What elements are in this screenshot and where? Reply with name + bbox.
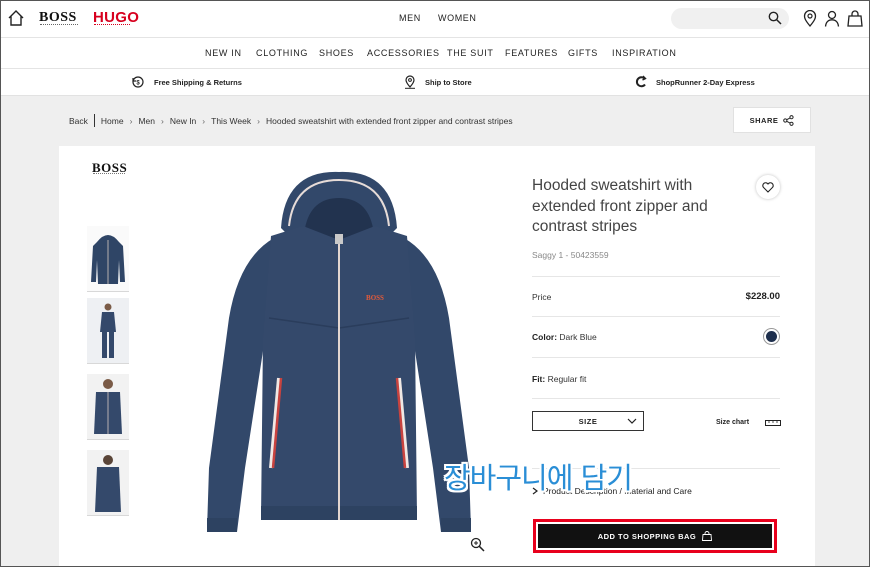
svg-text:BOSS: BOSS (366, 294, 384, 302)
fit-label: Fit: (532, 374, 546, 384)
tab-men[interactable]: MEN (399, 13, 421, 23)
breadcrumb: Back Home › Men › New In › This Week › H… (69, 114, 513, 127)
promo-shoprunner-label: ShopRunner 2-Day Express (656, 77, 755, 87)
boss-logo-tagline (40, 24, 78, 26)
hugo-logo-tagline (94, 24, 130, 26)
fit-row: Fit: Regular fit (532, 374, 586, 384)
brand-logo-tagline (93, 173, 125, 174)
location-pin-icon[interactable] (802, 10, 818, 27)
thumbnail-2[interactable] (87, 298, 129, 364)
divider (532, 276, 780, 277)
ruler-icon[interactable] (765, 419, 781, 427)
color-row: Color: Dark Blue (532, 332, 597, 342)
breadcrumb-this-week[interactable]: This Week (211, 116, 251, 126)
breadcrumb-home[interactable]: Home (101, 116, 124, 126)
divider (532, 316, 780, 317)
model-back-thumbnail-image (87, 450, 129, 515)
breadcrumb-back[interactable]: Back (69, 116, 88, 126)
product-panel: BOSS BOSS Hooded sweatshirt with extende… (59, 146, 815, 566)
promo-shoprunner[interactable]: ShopRunner 2-Day Express (635, 74, 755, 90)
annotation-caption: 장바구니에 담기 (444, 461, 633, 495)
chevron-right-icon: › (202, 115, 206, 126)
breadcrumb-new-in[interactable]: New In (170, 116, 196, 126)
price-label: Price (532, 292, 552, 302)
chevron-down-icon (627, 418, 637, 424)
store-pin-icon (405, 75, 415, 89)
thumbnail-1[interactable] (87, 226, 129, 292)
nav-new-in[interactable]: NEW IN (205, 48, 242, 58)
heart-icon (762, 181, 774, 193)
home-icon[interactable] (7, 9, 25, 27)
product-sku: Saggy 1 - 50423559 (532, 250, 609, 260)
size-select[interactable]: SIZE (532, 411, 644, 431)
promo-strip: $ Free Shipping & Returns Ship to Store … (1, 69, 869, 96)
promo-shipping[interactable]: $ Free Shipping & Returns (131, 74, 242, 90)
hoodie-thumbnail-image (91, 235, 125, 284)
nav-clothing[interactable]: CLOTHING (256, 48, 308, 58)
product-main-image[interactable]: BOSS (199, 168, 479, 548)
share-icon (783, 114, 794, 126)
share-button[interactable]: SHARE (733, 107, 811, 133)
add-to-bag-button[interactable]: ADD TO SHOPPING BAG (538, 524, 772, 548)
nav-inspiration[interactable]: INSPIRATION (612, 48, 677, 58)
thumbnail-4[interactable] (87, 450, 129, 516)
promo-store-label: Ship to Store (425, 77, 472, 87)
shopping-bag-icon[interactable] (847, 10, 863, 27)
nav-features[interactable]: FEATURES (505, 48, 558, 58)
thumbnail-3[interactable] (87, 374, 129, 440)
return-arrow-icon: $ (132, 76, 144, 88)
divider (532, 398, 780, 399)
category-nav: NEW IN CLOTHING SHOES ACCESSORIES THE SU… (1, 37, 869, 69)
product-price: $228.00 (745, 291, 780, 302)
nav-gifts[interactable]: GIFTS (568, 48, 598, 58)
divider (532, 357, 780, 358)
promo-shipping-label: Free Shipping & Returns (154, 77, 242, 87)
top-bar: BOSS HUGO MEN WOMEN (1, 1, 869, 37)
add-to-bag-highlight: ADD TO SHOPPING BAG (533, 519, 777, 553)
bag-icon (702, 531, 713, 541)
size-chart-link[interactable]: Size chart (716, 419, 749, 426)
shoprunner-icon (635, 75, 647, 88)
product-title: Hooded sweatshirt with extended front zi… (532, 177, 708, 235)
fit-value: Regular fit (547, 374, 587, 384)
breadcrumb-men[interactable]: Men (138, 116, 155, 126)
breadcrumb-current: Hooded sweatshirt with extended front zi… (265, 115, 513, 126)
wishlist-button[interactable] (756, 175, 780, 199)
model-closeup-thumbnail-image (87, 374, 129, 439)
zoom-icon[interactable] (470, 537, 485, 552)
svg-text:$: $ (136, 81, 140, 87)
search-icon[interactable] (768, 11, 782, 25)
account-icon[interactable] (824, 10, 840, 27)
nav-the-suit[interactable]: THE SUIT (447, 48, 494, 58)
color-value: Dark Blue (559, 332, 597, 342)
nav-accessories[interactable]: ACCESSORIES (367, 48, 440, 58)
size-select-label: SIZE (578, 416, 598, 426)
promo-store[interactable]: Ship to Store (404, 74, 472, 90)
chevron-right-icon: › (257, 115, 260, 126)
nav-shoes[interactable]: SHOES (319, 48, 354, 58)
chevron-right-icon: › (129, 115, 133, 126)
add-to-bag-label: ADD TO SHOPPING BAG (597, 531, 697, 541)
breadcrumb-divider (93, 114, 95, 127)
color-swatch-dark-blue[interactable] (763, 328, 780, 345)
swatch-fill (766, 331, 777, 342)
browser-frame: BOSS HUGO MEN WOMEN NEW IN CLOTHING SHOE… (0, 0, 870, 567)
share-label: SHARE (749, 115, 779, 125)
tab-women[interactable]: WOMEN (438, 13, 477, 23)
chevron-right-icon: › (160, 115, 164, 126)
model-front-thumbnail-image (87, 298, 129, 363)
color-label: Color: (532, 332, 558, 342)
